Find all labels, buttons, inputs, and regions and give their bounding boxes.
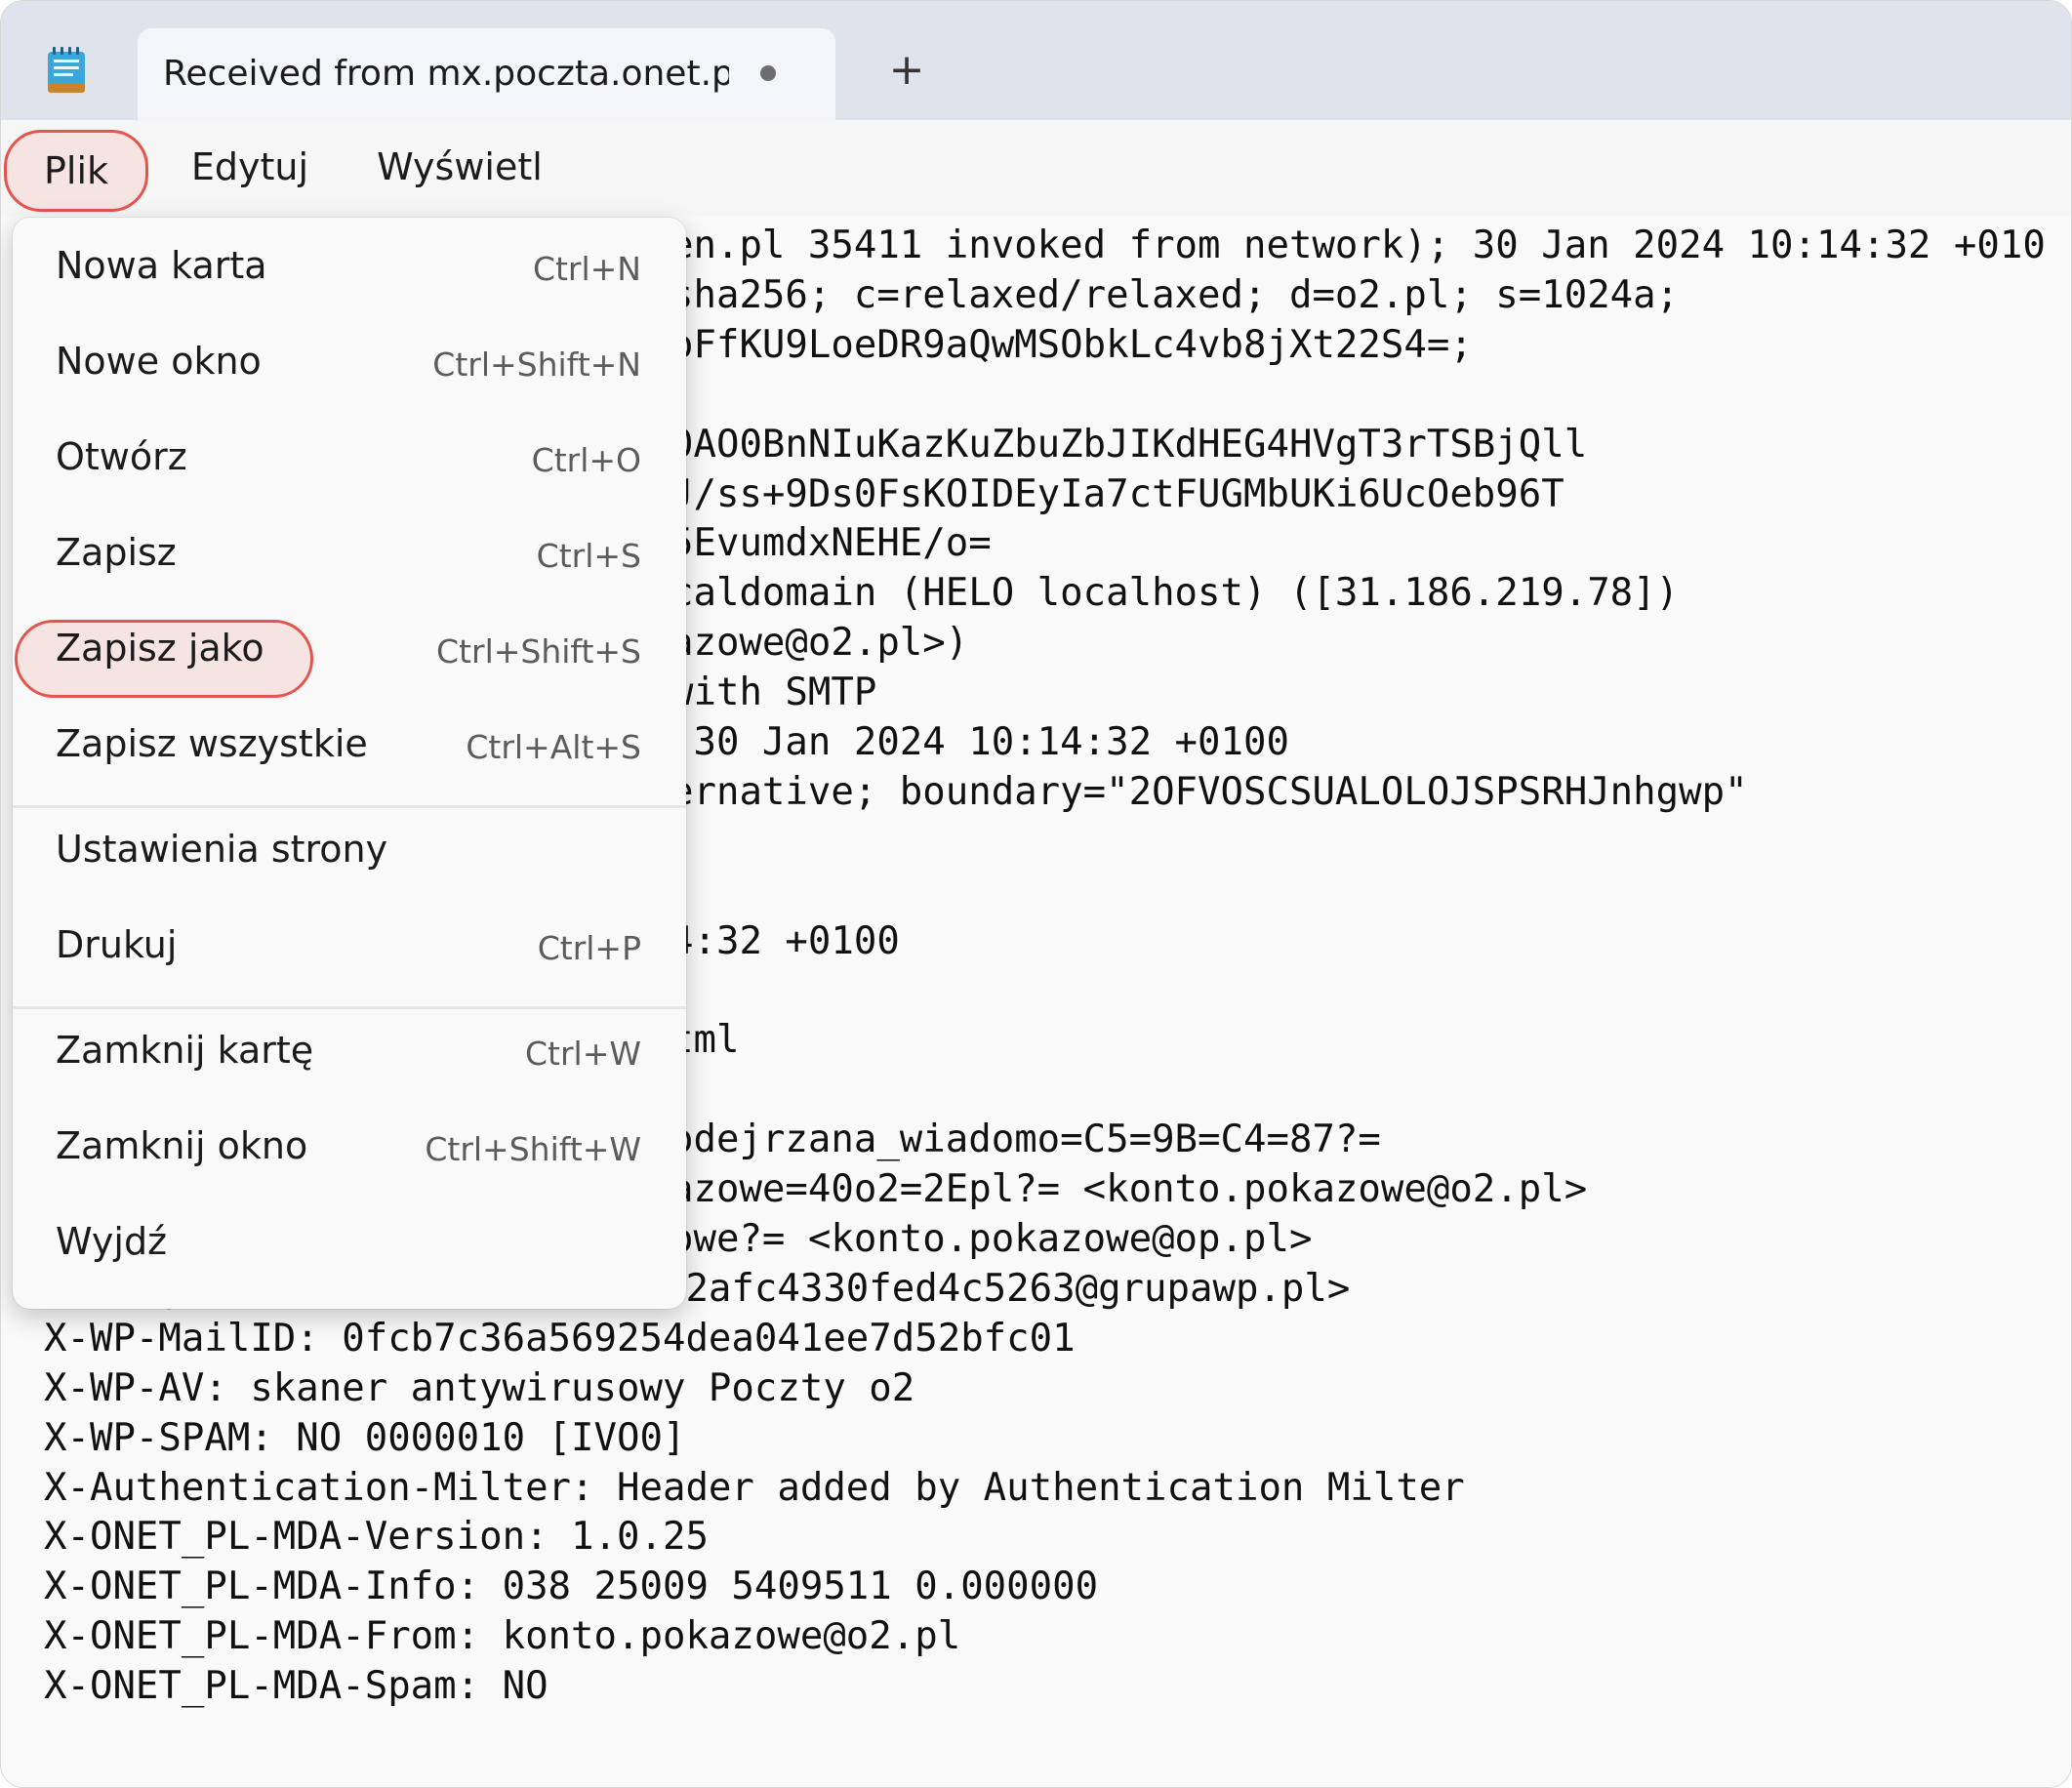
text-line: X-WP-AV: skaner antywirusowy Poczty o2 (44, 1365, 915, 1410)
text-line: X-Authentication-Milter: Header added by… (44, 1465, 1465, 1510)
text-line: en.pl 35411 invoked from network); 30 Ja… (670, 224, 2046, 267)
menu-item-shortcut: Ctrl+O (531, 441, 641, 479)
menu-item-label: Drukuj (56, 923, 178, 966)
menu-item-label: Zapisz (56, 531, 177, 574)
text-line: J/ss+9Ds0FsKOIDEyIa7ctFUGMbUKi6UcOeb96T (670, 471, 1564, 516)
menu-edit[interactable]: Edytuj (177, 130, 323, 204)
text-line: azowe@o2.pl>) (670, 621, 969, 666)
text-line: 5EvumdxNEHE/o= (670, 521, 992, 566)
menu-item-shortcut: Ctrl+Alt+S (466, 728, 641, 766)
text-line: X-ONET_PL-MDA-Spam: NO (44, 1664, 548, 1709)
menu-item-label: Otwórz (56, 435, 187, 478)
menu-file[interactable]: Plik (4, 130, 148, 212)
menu-item-shortcut: Ctrl+N (532, 250, 641, 288)
menu-item-open[interactable]: Otwórz Ctrl+O (13, 409, 686, 505)
menu-item-close-window[interactable]: Zamknij okno Ctrl+Shift+W (13, 1098, 686, 1194)
title-bar: Received from mx.poczta.onet.pl (u + (1, 1, 2071, 120)
file-menu-dropdown: Nowa karta Ctrl+N Nowe okno Ctrl+Shift+N… (13, 218, 686, 1309)
text-line: sha256; c=relaxed/relaxed; d=o2.pl; s=10… (670, 272, 1680, 317)
text-line: X-WP-SPAM: NO 0000010 [IVO0] (44, 1415, 686, 1460)
unsaved-dot-icon[interactable] (760, 65, 776, 81)
menu-item-label: Zapisz jako (56, 627, 264, 670)
plus-icon[interactable]: + (882, 46, 931, 95)
menu-item-shortcut: Ctrl+P (537, 929, 641, 967)
menu-item-label: Wyjdź (56, 1220, 168, 1263)
menu-item-label: Zamknij kartę (56, 1029, 314, 1072)
menu-item-page-setup[interactable]: Ustawienia strony (13, 801, 686, 897)
menu-item-save-all[interactable]: Zapisz wszystkie Ctrl+Alt+S (13, 696, 686, 792)
text-line: X-ONET_PL-MDA-Version: 1.0.25 (44, 1515, 709, 1560)
menu-item-new-tab[interactable]: Nowa karta Ctrl+N (13, 218, 686, 313)
text-line: X-ONET_PL-MDA-Info: 038 25009 5409511 0.… (44, 1564, 1099, 1609)
text-line: 4:32 +0100 (670, 918, 900, 963)
notepad-window: Received from mx.poczta.onet.pl (u + Pli… (0, 0, 2072, 1788)
menu-item-label: Nowa karta (56, 244, 267, 287)
text-line: X-ONET_PL-MDA-From: konto.pokazowe@o2.pl (44, 1614, 961, 1659)
menu-item-label: Zamknij okno (56, 1124, 308, 1167)
text-line: 30 Jan 2024 10:14:32 +0100 (670, 720, 1289, 764)
menu-view[interactable]: Wyświetl (372, 130, 548, 204)
menu-item-save[interactable]: Zapisz Ctrl+S (13, 505, 686, 600)
text-line: oFfKU9LoeDR9aQwMSObkLc4vb8jXt22S4=; (670, 322, 1473, 367)
text-line: ernative; boundary="2OFVOSCSUALOLOJSPSRH… (670, 769, 1748, 814)
menu-item-new-window[interactable]: Nowe okno Ctrl+Shift+N (13, 313, 686, 409)
text-line: owe?= <konto.pokazowe@op.pl> (670, 1217, 1313, 1261)
menu-item-shortcut: Ctrl+Shift+W (425, 1130, 641, 1168)
text-line: odejrzana_wiadomo=C5=9B=C4=87?= (670, 1118, 1381, 1162)
tab-title: Received from mx.poczta.onet.pl (u (163, 54, 729, 94)
text-line: with SMTP (670, 670, 877, 715)
text-line: caldomain (HELO localhost) ([31.186.219.… (670, 571, 1680, 616)
menu-item-shortcut: Ctrl+Shift+S (436, 632, 641, 670)
menu-item-label: Nowe okno (56, 340, 262, 383)
text-line: azowe=40o2=2Epl?= <konto.pokazowe@o2.pl> (670, 1167, 1588, 1212)
text-line: X-WP-MailID: 0fcb7c36a569254dea041ee7d52… (44, 1316, 1076, 1361)
menu-bar: Plik Edytuj Wyświetl (1, 120, 2071, 216)
menu-item-close-tab[interactable]: Zamknij kartę Ctrl+W (13, 1002, 686, 1098)
text-line: 0AO0BnNIuKazKuZbuZbJIKdHEG4HVgT3rTSBjQll (670, 422, 1588, 467)
menu-item-label: Zapisz wszystkie (56, 722, 368, 765)
menu-item-shortcut: Ctrl+W (525, 1035, 641, 1073)
menu-item-print[interactable]: Drukuj Ctrl+P (13, 897, 686, 993)
menu-item-exit[interactable]: Wyjdź (13, 1194, 686, 1289)
menu-item-shortcut: Ctrl+S (536, 537, 641, 575)
menu-item-label: Ustawienia strony (56, 828, 388, 871)
notepad-icon (48, 47, 85, 93)
menu-item-save-as[interactable]: Zapisz jako Ctrl+Shift+S (13, 600, 686, 696)
menu-item-shortcut: Ctrl+Shift+N (432, 345, 641, 384)
document-tab[interactable]: Received from mx.poczta.onet.pl (u (138, 28, 835, 120)
